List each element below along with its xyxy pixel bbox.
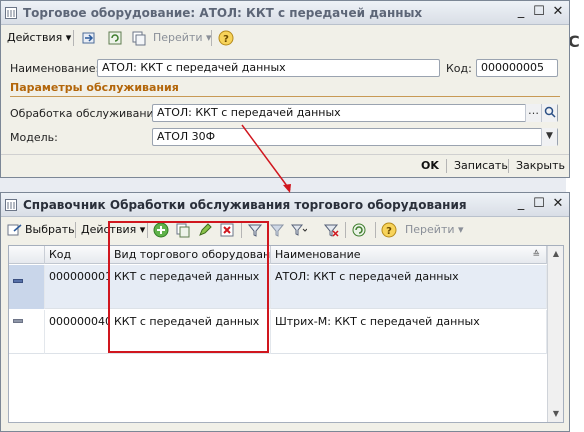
annotation-arrow — [241, 124, 291, 193]
